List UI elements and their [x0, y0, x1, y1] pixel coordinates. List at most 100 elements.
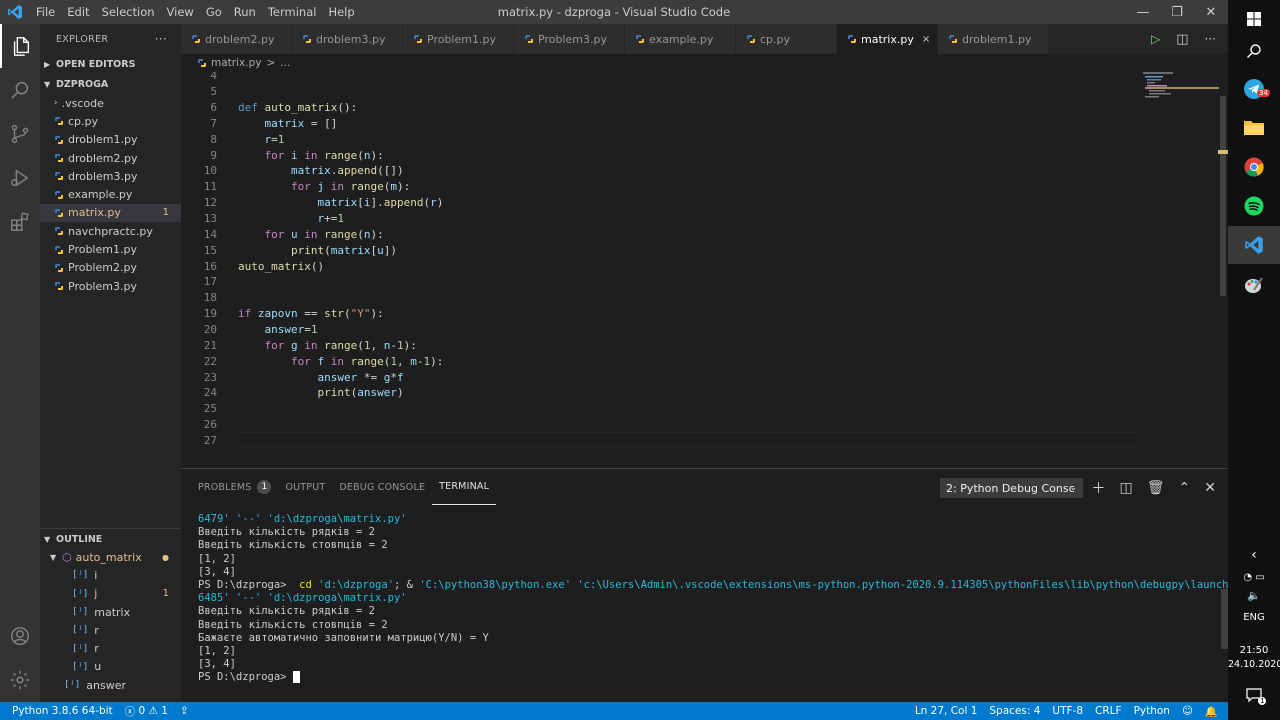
terminal-output[interactable]: 6479' '--' 'd:\dzproga\matrix.py' Введіть…	[198, 513, 1266, 684]
kill-terminal-icon[interactable]: 🗑	[1147, 480, 1165, 496]
run-file-icon[interactable]: ▷	[1151, 32, 1160, 46]
outline-item[interactable]: [ʲ] r	[40, 639, 181, 657]
vscode-taskbar-icon[interactable]	[1228, 226, 1280, 264]
file-item[interactable]: droblem1.py	[40, 131, 181, 149]
tab-example-py[interactable]: example.py	[625, 24, 736, 54]
input-language[interactable]: ENG	[1228, 612, 1280, 623]
panel-tab-problems[interactable]: PROBLEMS 1	[191, 469, 278, 505]
tab-cp-py[interactable]: cp.py	[736, 24, 837, 54]
notifications-bell-icon[interactable]: 🔔	[1199, 702, 1228, 720]
outline-item[interactable]: [ʲ] r	[40, 621, 181, 639]
close-button[interactable]: ✕	[1194, 0, 1228, 24]
file-item[interactable]: navchpractc.py	[40, 222, 181, 240]
split-terminal-icon[interactable]: ◫	[1120, 480, 1133, 496]
line-ending[interactable]: CRLF	[1089, 702, 1128, 720]
run-debug-icon[interactable]	[0, 156, 40, 200]
minimize-button[interactable]: —	[1126, 0, 1160, 24]
minimap[interactable]	[1141, 72, 1221, 468]
file-explorer-icon[interactable]	[1228, 108, 1280, 146]
tab-droblem2-py[interactable]: droblem2.py	[181, 24, 292, 54]
menu-item-run[interactable]: Run	[228, 0, 262, 24]
outline-item[interactable]: [ʲ] j 1	[40, 585, 181, 603]
indentation[interactable]: Spaces: 4	[983, 702, 1046, 720]
clock-date[interactable]: 24.10.2020	[1228, 659, 1280, 670]
file-item[interactable]: › .vscode	[40, 94, 181, 112]
menu-item-file[interactable]: File	[30, 0, 61, 24]
tab-droblem1-py[interactable]: droblem1.py	[938, 24, 1049, 54]
tab-problem3-py[interactable]: Problem3.py	[514, 24, 625, 54]
new-terminal-icon[interactable]: ＋	[1092, 478, 1106, 498]
encoding[interactable]: UTF-8	[1046, 702, 1089, 720]
tab-droblem3-py[interactable]: droblem3.py	[292, 24, 403, 54]
outline-item-label: r	[94, 642, 99, 656]
editor-scrollbar[interactable]	[1218, 72, 1228, 468]
menu-item-edit[interactable]: Edit	[61, 0, 95, 24]
breadcrumb-symbol[interactable]: ...	[280, 57, 290, 69]
problems-indicator[interactable]: ⓧ 0 ⚠ 1	[119, 702, 174, 720]
outline-item[interactable]: [ʲ] i	[40, 566, 181, 584]
search-icon[interactable]	[1228, 32, 1280, 70]
maximize-panel-icon[interactable]: ⌃	[1179, 480, 1191, 496]
cursor-position[interactable]: Ln 27, Col 1	[909, 702, 984, 720]
menu-item-terminal[interactable]: Terminal	[262, 0, 323, 24]
paint-icon[interactable]	[1228, 266, 1280, 304]
close-panel-icon[interactable]: ✕	[1204, 480, 1216, 496]
panel-tab-debug-console[interactable]: DEBUG CONSOLE	[332, 469, 432, 505]
file-item[interactable]: example.py	[40, 185, 181, 203]
open-editors-section[interactable]: ▶ OPEN EDITORS	[40, 54, 181, 74]
volume-icon[interactable]: 🔈	[1228, 576, 1280, 614]
extensions-icon[interactable]	[0, 200, 40, 244]
chrome-icon[interactable]	[1228, 148, 1280, 186]
terminal-scrollbar[interactable]	[1221, 589, 1228, 649]
file-item[interactable]: Problem2.py	[40, 259, 181, 277]
source-control-icon[interactable]	[0, 112, 40, 156]
tab-problem1-py[interactable]: Problem1.py	[403, 24, 514, 54]
file-item[interactable]: droblem2.py	[40, 149, 181, 167]
code-editor[interactable]: 4 5 6 def auto_matrix(): 7 matrix = [] 8 r=1 9…	[181, 72, 1228, 468]
outline-item[interactable]: [ʲ] answer	[40, 676, 181, 694]
python-file-icon	[948, 34, 958, 44]
outline-item[interactable]: [ʲ] u	[40, 658, 181, 676]
settings-gear-icon[interactable]	[0, 658, 40, 702]
search-icon[interactable]	[0, 68, 40, 112]
file-item[interactable]: Problem1.py	[40, 240, 181, 258]
folder-section[interactable]: ▼ DZPROGA	[40, 74, 181, 94]
menu-item-selection[interactable]: Selection	[96, 0, 161, 24]
menu-item-go[interactable]: Go	[200, 0, 228, 24]
editor-actions: ▷ ◫ ···	[1151, 24, 1228, 54]
action-center-icon[interactable]: 1	[1228, 676, 1280, 714]
file-item[interactable]: matrix.py 1	[40, 203, 181, 223]
outline-item[interactable]: [ʲ] matrix	[40, 603, 181, 621]
account-icon[interactable]	[0, 614, 40, 658]
vscode-logo-icon[interactable]	[0, 0, 30, 24]
outline-item-auto-matrix[interactable]: ▼ ⬡ auto_matrix ●	[40, 548, 181, 566]
live-share-icon[interactable]: ⇪	[174, 702, 195, 720]
menu-item-view[interactable]: View	[161, 0, 200, 24]
split-editor-icon[interactable]: ◫	[1176, 32, 1188, 47]
more-actions-icon[interactable]: ···	[155, 32, 167, 46]
breadcrumb-file[interactable]: matrix.py	[211, 57, 261, 69]
panel-tab-output[interactable]: OUTPUT	[278, 469, 332, 505]
error-icon: ⓧ	[124, 705, 136, 718]
menu-item-help[interactable]: Help	[322, 0, 360, 24]
python-interpreter[interactable]: Python 3.8.6 64-bit	[0, 702, 119, 720]
file-item[interactable]: Problem3.py	[40, 277, 181, 295]
telegram-icon[interactable]: 34	[1228, 70, 1280, 108]
python-file-icon	[54, 171, 64, 181]
explorer-icon[interactable]	[0, 24, 40, 68]
file-item[interactable]: droblem3.py	[40, 167, 181, 185]
file-item[interactable]: cp.py	[40, 112, 181, 130]
spotify-icon[interactable]	[1228, 187, 1280, 225]
feedback-icon[interactable]: ☺	[1176, 702, 1199, 720]
outline-section[interactable]: ▼ OUTLINE	[40, 529, 181, 549]
tab-matrix-py[interactable]: matrix.py ×	[837, 24, 938, 54]
language-mode[interactable]: Python	[1128, 702, 1176, 720]
close-tab-icon[interactable]: ×	[922, 34, 930, 45]
terminal-select[interactable]: 2: Python Debug Consc ⌄	[940, 478, 1083, 498]
clock-time[interactable]: 21:50	[1228, 645, 1280, 656]
restore-button[interactable]: ❐	[1160, 0, 1194, 24]
more-actions-icon[interactable]: ···	[1205, 32, 1216, 46]
line-code: matrix = []	[264, 116, 338, 130]
tab-label: cp.py	[760, 32, 791, 46]
panel-tab-terminal[interactable]: TERMINAL	[432, 469, 497, 505]
